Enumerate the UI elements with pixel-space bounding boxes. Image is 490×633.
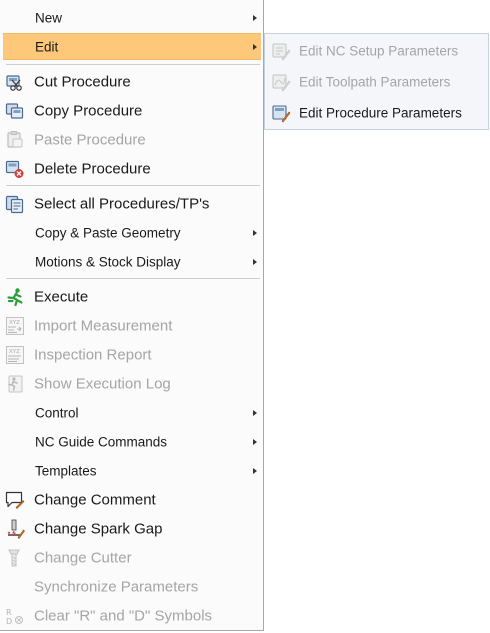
submenu-arrow-icon: [253, 43, 257, 50]
submenu-arrow-icon: [253, 14, 257, 21]
svg-text:XYZ: XYZ: [9, 320, 20, 326]
menu-item-delete-procedure[interactable]: Delete Procedure: [3, 155, 261, 182]
menu-item-execute[interactable]: Execute: [3, 283, 261, 310]
submenu-item-edit-toolpath[interactable]: Edit Toolpath Parameters: [267, 67, 487, 96]
menu-item-copy-paste-geometry[interactable]: Copy & Paste Geometry: [3, 219, 261, 246]
menu-item-nc-guide-commands[interactable]: NC Guide Commands: [3, 428, 261, 455]
menu-item-label: Cut Procedure: [34, 73, 131, 90]
execute-runner-icon: [7, 287, 23, 306]
menu-item-select-all[interactable]: Select all Procedures/TP's: [3, 190, 261, 217]
edit-procedure-icon: [272, 104, 291, 122]
menu-item-label: Copy & Paste Geometry: [35, 225, 181, 240]
submenu-item-edit-procedure[interactable]: Edit Procedure Parameters: [267, 98, 487, 127]
execution-log-icon: [8, 375, 23, 392]
menu-item-label: Execute: [34, 288, 89, 305]
menu-item-label: Paste Procedure: [34, 131, 146, 148]
context-menu: New Edit Cut Procedure Copy Procedure Pa…: [0, 0, 264, 631]
menu-item-cut-procedure[interactable]: Cut Procedure: [3, 68, 261, 95]
menu-item-new[interactable]: New: [3, 4, 261, 31]
menu-item-synchronize-parameters[interactable]: Synchronize Parameters: [3, 573, 261, 600]
rd-symbols-icon: R D: [6, 608, 24, 626]
menu-item-change-spark-gap[interactable]: Change Spark Gap: [3, 515, 261, 542]
menu-item-paste-procedure[interactable]: Paste Procedure: [3, 126, 261, 153]
menu-item-label: Templates: [35, 463, 97, 478]
menu-item-label: Control: [35, 405, 79, 420]
menu-item-edit[interactable]: Edit: [3, 33, 261, 60]
edit-toolpath-icon: [272, 74, 291, 91]
menu-item-show-execution-log[interactable]: Show Execution Log: [3, 370, 261, 397]
submenu-item-label: Edit Toolpath Parameters: [299, 74, 451, 89]
menu-item-change-comment[interactable]: Change Comment: [3, 486, 261, 513]
xyz-import-icon: XYZ: [6, 316, 24, 335]
submenu-arrow-icon: [253, 229, 257, 236]
menu-item-label: Select all Procedures/TP's: [34, 195, 210, 212]
select-all-icon: [5, 195, 24, 213]
menu-item-inspection-report[interactable]: XYZ Inspection Report: [3, 341, 261, 368]
submenu-arrow-icon: [253, 438, 257, 445]
paste-procedure-icon: [7, 130, 23, 148]
submenu-item-edit-nc-setup[interactable]: Edit NC Setup Parameters: [267, 36, 487, 65]
menu-item-label: Change Comment: [34, 491, 156, 508]
menu-item-label: New: [35, 10, 63, 25]
menu-separator: [6, 278, 260, 279]
delete-procedure-icon: [5, 160, 24, 178]
menu-item-templates[interactable]: Templates: [3, 457, 261, 484]
cut-procedure-icon: [6, 74, 22, 91]
menu-item-label: Show Execution Log: [34, 375, 171, 392]
menu-item-label: Inspection Report: [34, 346, 152, 363]
submenu-item-label: Edit Procedure Parameters: [299, 105, 462, 120]
menu-item-label: Change Spark Gap: [34, 520, 163, 537]
menu-item-clear-symbols[interactable]: R D Clear "R" and "D" Symbols: [3, 602, 261, 629]
menu-separator: [6, 185, 260, 186]
menu-item-label: Synchronize Parameters: [34, 578, 199, 595]
edit-nc-setup-icon: [272, 43, 291, 60]
copy-procedure-icon: [5, 102, 24, 119]
menu-item-change-cutter[interactable]: Change Cutter: [3, 544, 261, 571]
menu-item-motions-stock-display[interactable]: Motions & Stock Display: [3, 248, 261, 275]
menu-item-label: NC Guide Commands: [35, 434, 168, 449]
xyz-report-icon: XYZ: [6, 345, 24, 364]
svg-text:XYZ: XYZ: [9, 349, 20, 355]
menu-item-label: Copy Procedure: [34, 102, 143, 119]
svg-text:D: D: [6, 617, 12, 626]
svg-text:R: R: [6, 608, 12, 617]
submenu-arrow-icon: [253, 258, 257, 265]
menu-item-control[interactable]: Control: [3, 399, 261, 426]
menu-item-label: Clear "R" and "D" Symbols: [34, 607, 213, 624]
menu-separator: [6, 64, 260, 65]
menu-item-label: Motions & Stock Display: [35, 254, 181, 269]
comment-icon: [5, 491, 25, 509]
submenu-item-label: Edit NC Setup Parameters: [299, 43, 459, 58]
menu-item-import-measurement[interactable]: XYZ Import Measurement: [3, 312, 261, 339]
menu-item-label: Import Measurement: [34, 317, 173, 334]
cutter-icon: [8, 549, 20, 566]
submenu-arrow-icon: [253, 409, 257, 416]
spark-gap-icon: [7, 519, 25, 539]
menu-item-label: Edit: [35, 39, 59, 54]
edit-submenu: Edit NC Setup Parameters Edit Toolpath P…: [264, 33, 489, 130]
menu-item-copy-procedure[interactable]: Copy Procedure: [3, 97, 261, 124]
menu-item-label: Delete Procedure: [34, 160, 151, 177]
submenu-arrow-icon: [253, 467, 257, 474]
menu-item-label: Change Cutter: [34, 549, 132, 566]
